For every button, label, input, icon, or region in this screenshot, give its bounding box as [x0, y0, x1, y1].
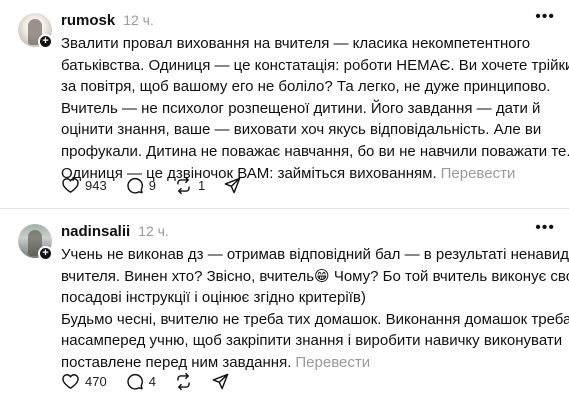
follow-plus-icon[interactable]: +: [38, 34, 53, 49]
comment-count: 9: [148, 178, 156, 193]
like-count: 470: [85, 374, 107, 389]
post-text-line: Учень не виконав дз — отримав відповідни…: [61, 246, 569, 263]
repost-count: 1: [197, 178, 206, 193]
like-button[interactable]: 470: [61, 372, 107, 391]
post-text-line: насамперед учню, щоб закріпити знання і …: [61, 332, 563, 350]
timestamp: 12 ч.: [138, 223, 169, 239]
timestamp: 12 ч.: [123, 12, 154, 28]
post-text-line: Вчитель — не психолог розпещеної дитини.…: [61, 99, 541, 117]
post-actions: 470 4: [61, 372, 248, 391]
post-text-line: Звалити провал виховання на вчителя — кл…: [61, 35, 531, 52]
post-header: rumosk 12 ч.: [61, 12, 154, 29]
post-text-line: вчителя. Винен хто? Звісно, вчитель😁 Чом…: [61, 267, 569, 285]
username[interactable]: rumosk: [61, 12, 115, 29]
post-text-line: профукали. Дитина не поважає навчання, б…: [61, 142, 569, 160]
post-text: Учень не виконав дз — отримав відповідни…: [61, 244, 569, 374]
heart-icon: [62, 374, 79, 389]
like-button[interactable]: 943: [61, 176, 107, 195]
comment-count: 4: [148, 374, 156, 389]
share-button[interactable]: [223, 176, 242, 195]
repost-icon: [177, 176, 190, 195]
post-text-line: посадові інструкції і оцінює згідно крит…: [61, 289, 366, 307]
username[interactable]: nadinsalii: [61, 223, 130, 240]
thread-post: + nadinsalii 12 ч. ••• Учень не виконав …: [0, 210, 569, 400]
repost-button[interactable]: [174, 372, 193, 391]
like-count: 943: [85, 178, 107, 193]
more-icon[interactable]: •••: [535, 8, 555, 26]
translate-link[interactable]: Перевести: [295, 354, 370, 371]
post-text-line-last: поставлене перед ним завдання. Перевести: [61, 352, 561, 374]
send-icon: [224, 177, 241, 194]
repost-button[interactable]: 1: [174, 176, 205, 195]
share-button[interactable]: [211, 372, 230, 391]
post-divider: [0, 208, 569, 209]
post-text-fragment: поставлене перед ним завдання.: [61, 353, 292, 371]
post-text-line: за повітря, щоб вашому его не боліло? Та…: [61, 78, 551, 96]
post-text-line: оцінити знання, ваше — виховати хоч якус…: [61, 121, 542, 139]
send-icon: [212, 373, 229, 390]
comment-icon: [127, 373, 143, 390]
more-icon[interactable]: •••: [535, 219, 555, 237]
post-text: Звалити провал виховання на вчителя — кл…: [61, 33, 569, 184]
comment-button[interactable]: 4: [125, 372, 156, 391]
thread-post: + rumosk 12 ч. ••• Звалити провал вихова…: [0, 0, 569, 208]
post-actions: 943 9 1: [61, 176, 260, 195]
repost-icon: [177, 372, 190, 391]
comment-icon: [127, 177, 143, 194]
follow-plus-icon[interactable]: +: [38, 246, 53, 261]
post-text-line: батьківства. Одиниця — це констатація: р…: [61, 56, 569, 74]
post-header: nadinsalii 12 ч.: [61, 223, 169, 240]
heart-icon: [62, 178, 79, 193]
comment-button[interactable]: 9: [125, 176, 156, 195]
translate-link[interactable]: Перевести: [441, 165, 516, 182]
post-text-line: Будьмо чесні, вчителю не треба тих домаш…: [61, 310, 569, 328]
